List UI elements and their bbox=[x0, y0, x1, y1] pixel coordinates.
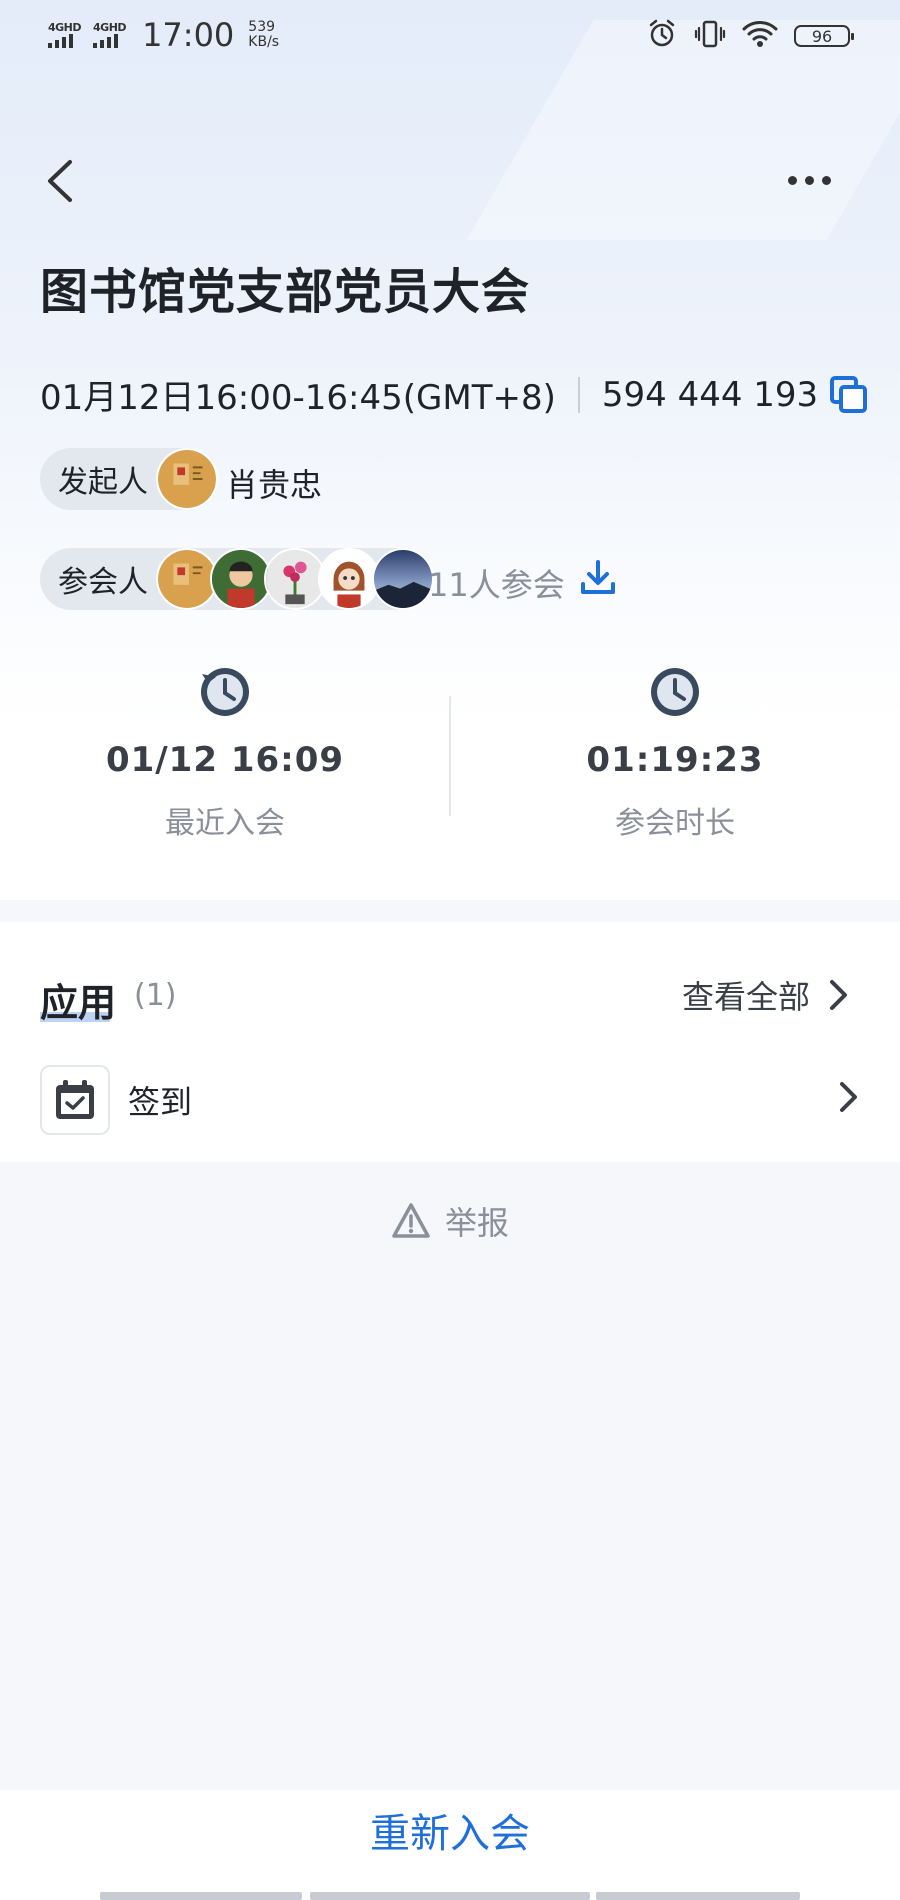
battery-icon: 96 bbox=[794, 25, 854, 47]
copy-icon[interactable] bbox=[828, 374, 870, 416]
vibrate-icon bbox=[694, 18, 726, 54]
network-speed-value: 539 bbox=[248, 19, 276, 35]
signal-bars-icon bbox=[48, 34, 73, 48]
duration-stat: 01:19:23 参会时长 bbox=[450, 660, 900, 842]
nav-indicator bbox=[310, 1892, 590, 1900]
signal-indicator-1: 4GHD bbox=[48, 21, 82, 48]
calendar-check-icon bbox=[40, 1065, 110, 1135]
chevron-right-icon bbox=[838, 1080, 860, 1118]
wifi-icon bbox=[742, 19, 778, 53]
meeting-info-row: 01月12日16:00-16:45(GMT+8) 594 444 193 bbox=[40, 370, 870, 419]
nav-indicator bbox=[596, 1892, 800, 1900]
signal-bars-icon bbox=[93, 34, 119, 48]
more-options-icon[interactable] bbox=[788, 170, 838, 190]
back-button[interactable] bbox=[40, 156, 80, 206]
divider bbox=[577, 376, 580, 413]
network-type-label: 4GHD bbox=[93, 21, 127, 34]
avatar bbox=[156, 548, 218, 610]
meeting-time-range: 01月12日16:00-16:45(GMT+8) bbox=[40, 378, 556, 418]
participants-label: 参会人 bbox=[58, 565, 148, 600]
nav-bar bbox=[0, 140, 900, 220]
last-join-label: 最近入会 bbox=[165, 806, 285, 841]
network-type-label: 4GHD bbox=[48, 21, 82, 34]
meeting-title: 图书馆党支部党员大会 bbox=[40, 264, 531, 320]
view-all-button[interactable]: 查看全部 bbox=[682, 972, 850, 1018]
status-left: 4GHD 4GHD 17:00 539 KB/s bbox=[48, 16, 279, 54]
app-item-checkin[interactable]: 签到 bbox=[40, 1062, 860, 1138]
meeting-id: 594 444 193 bbox=[601, 374, 819, 415]
host-name: 肖贵忠 bbox=[226, 466, 323, 504]
participants-pill[interactable]: 参会人 bbox=[40, 548, 434, 610]
duration-label: 参会时长 bbox=[615, 806, 735, 841]
host-label: 发起人 bbox=[58, 465, 148, 500]
meeting-stats: 01/12 16:09 最近入会 01:19:23 参会时长 bbox=[0, 660, 900, 860]
apps-section: 应用 (1) 查看全部 签到 bbox=[0, 922, 900, 1162]
report-button[interactable]: 举报 bbox=[0, 1198, 900, 1244]
host-avatar[interactable] bbox=[156, 448, 218, 510]
report-label: 举报 bbox=[444, 1204, 509, 1242]
network-speed-unit: KB/s bbox=[248, 34, 280, 50]
last-join-stat: 01/12 16:09 最近入会 bbox=[0, 660, 450, 842]
download-icon[interactable] bbox=[578, 558, 618, 602]
last-join-value: 01/12 16:09 bbox=[105, 740, 345, 780]
avatar bbox=[210, 548, 272, 610]
clock-icon bbox=[450, 660, 900, 724]
status-time: 17:00 bbox=[142, 16, 235, 54]
participant-count: 11人参会 bbox=[428, 566, 565, 604]
alarm-icon bbox=[646, 18, 678, 54]
host-pill: 发起人 bbox=[40, 448, 218, 510]
status-bar: 4GHD 4GHD 17:00 539 KB/s 96 bbox=[0, 0, 900, 70]
apps-count: (1) bbox=[134, 978, 177, 1013]
nav-indicator bbox=[100, 1892, 302, 1900]
apps-title: 应用 bbox=[40, 981, 117, 1025]
view-all-label: 查看全部 bbox=[681, 978, 810, 1016]
history-clock-icon bbox=[0, 660, 450, 724]
participant-avatars bbox=[156, 548, 434, 610]
rejoin-button[interactable]: 重新入会 bbox=[0, 1790, 900, 1870]
avatar bbox=[372, 548, 434, 610]
chevron-left-icon bbox=[48, 160, 72, 202]
network-speed: 539 KB/s bbox=[248, 20, 279, 50]
app-item-label: 签到 bbox=[128, 1083, 193, 1121]
avatar bbox=[318, 548, 380, 610]
duration-value: 01:19:23 bbox=[586, 740, 764, 780]
signal-indicator-2: 4GHD bbox=[93, 21, 127, 48]
chevron-right-icon bbox=[830, 980, 847, 1010]
status-right: 96 bbox=[646, 18, 854, 54]
warning-icon bbox=[392, 1203, 430, 1238]
avatar bbox=[264, 548, 326, 610]
bottom-bar: 重新入会 bbox=[0, 1790, 900, 1900]
